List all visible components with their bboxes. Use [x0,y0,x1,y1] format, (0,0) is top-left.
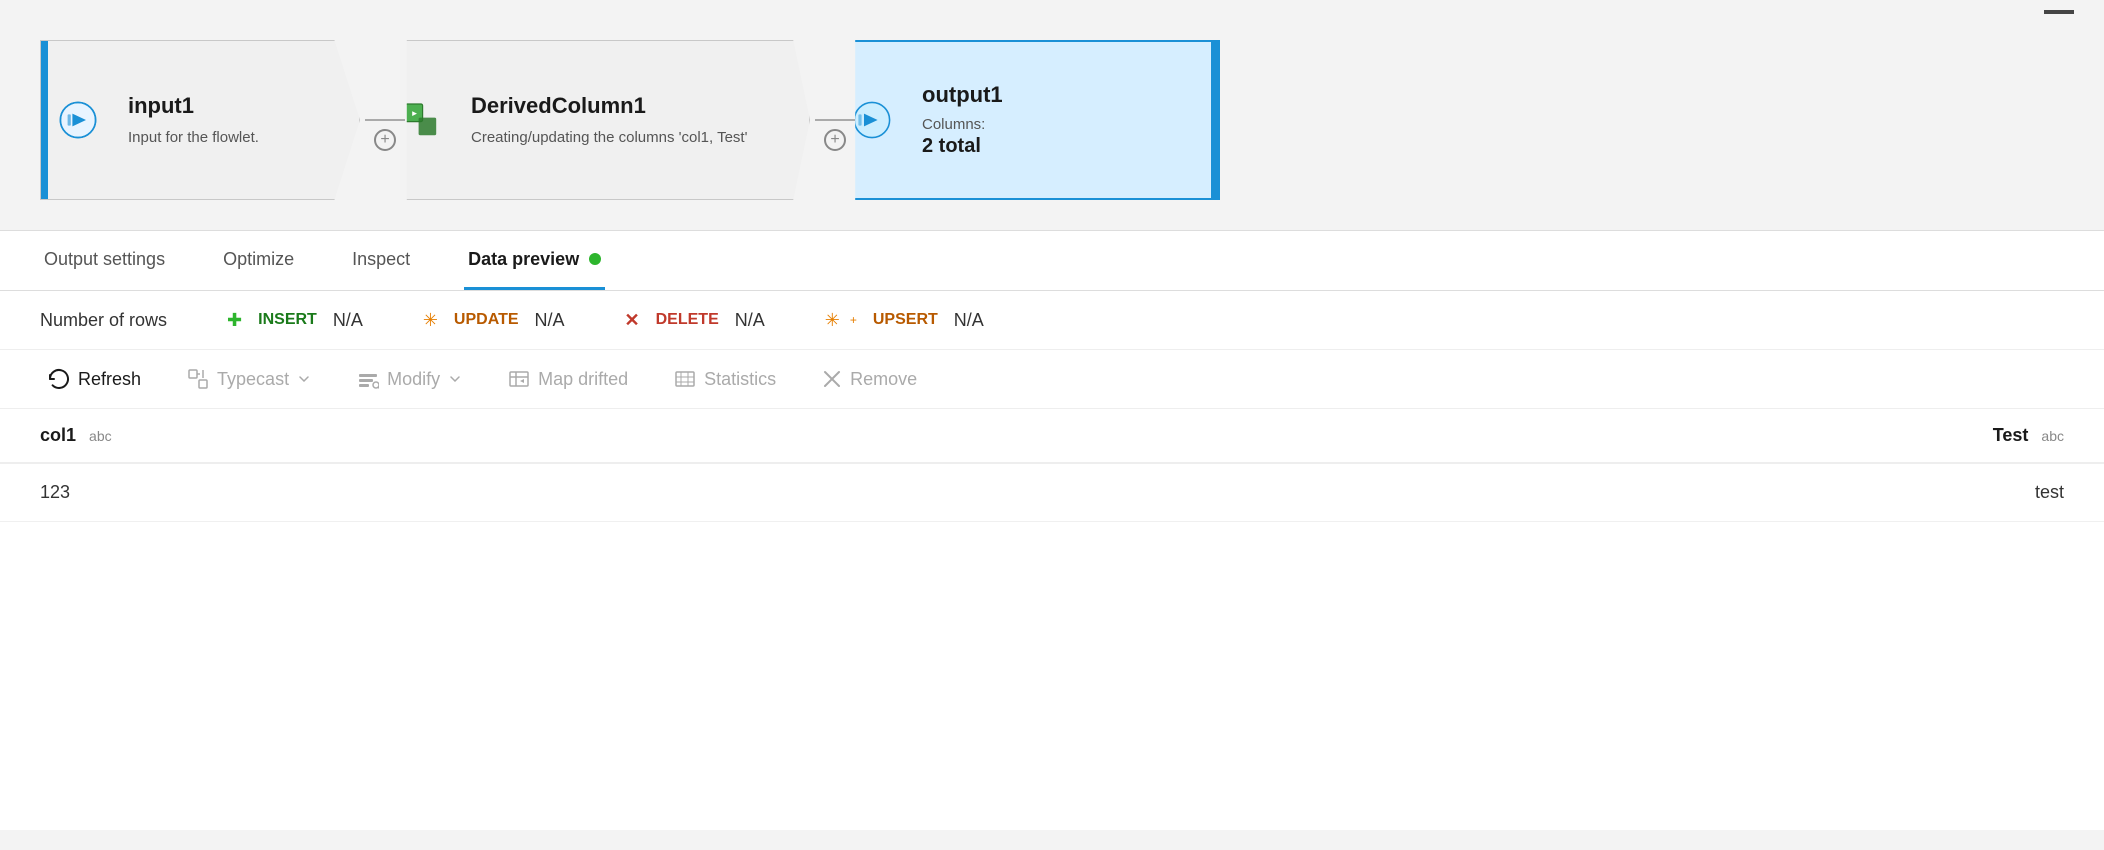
modify-icon [357,368,379,390]
connector-plus-2[interactable]: + [824,129,846,151]
cell-col1: 123 [0,463,1053,522]
minimize-button[interactable] [2044,10,2074,14]
input-node[interactable]: input1 Input for the flowlet. [40,40,360,200]
stat-update: ✳ UPDATE N/A [423,309,565,331]
insert-label: INSERT [252,309,323,331]
col-header-col1: col1 abc [0,409,1053,463]
tab-output-settings[interactable]: Output settings [40,231,169,290]
stat-rows: Number of rows [40,310,167,331]
delete-value: N/A [735,310,765,331]
col1-type: abc [89,428,112,444]
tabs-row: Output settings Optimize Inspect Data pr… [0,231,2104,291]
typecast-button[interactable]: Typecast [179,364,319,394]
refresh-button[interactable]: Refresh [40,364,149,394]
remove-icon [822,369,842,389]
bottom-panel: Output settings Optimize Inspect Data pr… [0,230,2104,830]
delete-icon: ✕ [625,310,640,331]
connector-line-2: + [815,119,855,121]
toolbar-row: Refresh Typecast Modify [0,350,2104,409]
derived-node-title: DerivedColumn1 [471,93,789,119]
update-label: UPDATE [448,309,525,331]
node-accent-bar [41,41,48,199]
upsert-icon: ✳ [825,310,840,331]
tab-data-preview[interactable]: Data preview [464,231,605,290]
table-header-row: col1 abc Test abc [0,409,2104,463]
remove-button[interactable]: Remove [814,365,925,394]
delete-label: DELETE [650,309,725,331]
output-node-content: output1 Columns: 2 total [902,42,1211,198]
statistics-icon [674,368,696,390]
input-node-content: input1 Input for the flowlet. [108,41,359,199]
insert-icon: ✚ [227,310,242,331]
upsert-label: UPSERT [867,309,944,331]
output-columns-value: 2 total [922,135,1191,158]
cell-test: test [1053,463,2104,522]
stats-row: Number of rows ✚ INSERT N/A ✳ UPDATE N/A… [0,291,2104,350]
statistics-button[interactable]: Statistics [666,364,784,394]
col1-name: col1 [40,425,76,445]
connector-1: + [360,119,410,121]
output-accent-bar-right [1211,42,1218,198]
output-node[interactable]: output1 Columns: 2 total [840,40,1220,200]
typecast-icon [187,368,209,390]
update-icon: ✳ [423,310,438,331]
rows-label: Number of rows [40,310,167,331]
tab-optimize[interactable]: Optimize [219,231,298,290]
tab-active-dot [589,253,601,265]
derived-node-desc: Creating/updating the columns 'col1, Tes… [471,127,789,148]
stat-delete: ✕ DELETE N/A [625,309,765,331]
modify-chevron-icon [448,372,462,386]
col-header-test: Test abc [1053,409,2104,463]
upsert-value: N/A [954,310,984,331]
stat-upsert: ✳ + UPSERT N/A [825,309,984,331]
connector-plus-1[interactable]: + [374,129,396,151]
connector-line-1: + [365,119,405,121]
connector-2: + [810,119,860,121]
test-name: Test [1993,425,2029,445]
data-table: col1 abc Test abc 123 test [0,409,2104,522]
test-type: abc [2041,428,2064,444]
update-value: N/A [535,310,565,331]
input-node-icon [48,41,108,199]
stat-insert: ✚ INSERT N/A [227,309,363,331]
derived-node-content: DerivedColumn1 Creating/updating the col… [451,41,809,199]
derived-node[interactable]: DerivedColumn1 Creating/updating the col… [390,40,810,200]
output-columns-label: Columns: [922,116,1191,133]
pipeline-canvas: input1 Input for the flowlet. + DerivedC… [0,0,2104,230]
insert-value: N/A [333,310,363,331]
typecast-chevron-icon [297,372,311,386]
output-node-title: output1 [922,82,1191,108]
table-row: 123 test [0,463,2104,522]
refresh-icon [48,368,70,390]
map-drifted-button[interactable]: Map drifted [500,364,636,394]
input-node-desc: Input for the flowlet. [128,127,339,148]
input-node-title: input1 [128,93,339,119]
tab-inspect[interactable]: Inspect [348,231,414,290]
modify-button[interactable]: Modify [349,364,470,394]
map-drifted-icon [508,368,530,390]
